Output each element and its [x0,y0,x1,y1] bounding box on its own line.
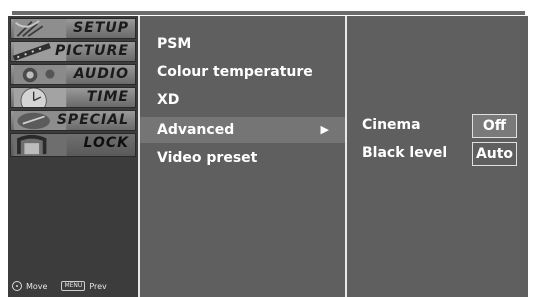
satellite-dish-icon [13,19,67,38]
submenu-item-video-preset[interactable]: Video preset [140,145,345,171]
submenu-item-xd[interactable]: XD [140,87,345,113]
menu-label-audio: AUDIO [73,66,129,82]
cinema-value-box[interactable]: Off [472,114,517,138]
speaker-icon [13,65,67,84]
main-menu: SETUP PICTURE AUDIO TIME SPECIAL LOCK Mo… [8,16,138,297]
menu-label-picture: PICTURE [54,43,129,59]
menu-label-setup: SETUP [73,20,129,36]
submenu-label: PSM [157,36,192,52]
submenu-label: Video preset [157,150,258,166]
submenu-label: Colour temperature [157,64,313,80]
advanced-panel: Cinema Off Black level Auto [347,16,528,297]
submenu-item-advanced[interactable]: Advanced ▶ [140,117,345,143]
osd-menu: SETUP PICTURE AUDIO TIME SPECIAL LOCK Mo… [8,16,528,297]
picture-submenu: PSM Colour temperature XD Advanced ▶ Vid… [140,16,345,297]
black-level-label: Black level [362,145,448,161]
top-edge-line [12,11,525,15]
menu-item-setup[interactable]: SETUP [10,18,136,39]
dpad-icon [12,281,22,291]
menu-item-audio[interactable]: AUDIO [10,64,136,85]
menu-label-special: SPECIAL [56,112,129,128]
submenu-label: XD [157,92,180,108]
menu-footer: Move MENU Prev [12,279,136,293]
prev-hint: Prev [89,281,107,291]
lock-icon [13,134,67,156]
move-hint: Move [26,281,48,291]
clock-icon [13,88,67,107]
menu-item-time[interactable]: TIME [10,87,136,108]
menu-label-lock: LOCK [83,135,129,151]
submenu-item-colour-temperature[interactable]: Colour temperature [140,59,345,85]
submenu-item-psm[interactable]: PSM [140,31,345,57]
menu-label-time: TIME [86,89,129,105]
cinema-row[interactable]: Cinema Off [347,114,528,138]
black-level-row[interactable]: Black level Auto [347,142,528,166]
menu-item-picture[interactable]: PICTURE [10,41,136,62]
menu-item-lock[interactable]: LOCK [10,133,136,157]
menu-key-icon: MENU [61,281,86,291]
black-level-value-box[interactable]: Auto [472,142,517,166]
menu-item-special[interactable]: SPECIAL [10,110,136,131]
submenu-label: Advanced [157,122,235,138]
arrow-right-icon: ▶ [320,123,329,136]
top-edge [0,0,537,16]
cinema-label: Cinema [362,117,421,133]
